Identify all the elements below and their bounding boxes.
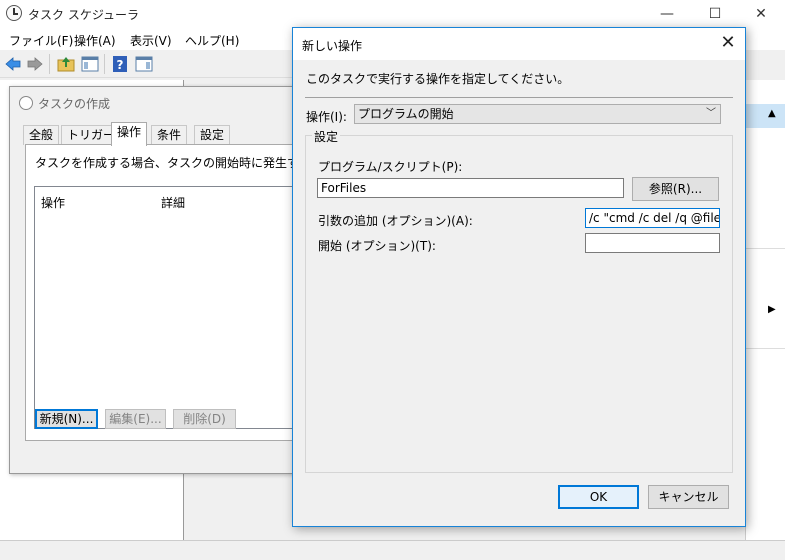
pane-divider (746, 348, 785, 349)
actions-list[interactable]: 操作 詳細 (34, 186, 311, 429)
create-task-dialog: タスクの作成 全般 トリガー 操作 条件 設定 タスクを作成する場合、タスクの開… (9, 86, 335, 474)
chevron-down-icon: ﹀ (706, 108, 716, 119)
collapse-icon[interactable]: ▲ (768, 108, 776, 119)
tab-actions[interactable]: 操作 (111, 122, 148, 146)
show-hide-tree-icon[interactable] (81, 55, 99, 73)
settings-group-label: 設定 (312, 128, 341, 145)
pane-divider (746, 248, 785, 249)
toolbar-separator (49, 54, 50, 74)
column-header-action[interactable]: 操作 (41, 194, 65, 211)
action-type-label: 操作(I): (306, 110, 347, 124)
minimize-button[interactable]: — (644, 0, 690, 28)
arguments-input[interactable]: /c "cmd /c del /q @file" (585, 208, 720, 228)
menu-view[interactable]: 表示(V) (130, 32, 172, 49)
actions-description: タスクを作成する場合、タスクの開始時に発生する操作 (35, 156, 336, 170)
action-type-select[interactable]: プログラムの開始 ﹀ (354, 104, 721, 124)
status-bar (0, 540, 785, 560)
cancel-button[interactable]: キャンセル (648, 485, 729, 509)
close-icon[interactable]: ✕ (713, 31, 743, 57)
actions-pane-header: ▲ (746, 104, 785, 128)
divider (305, 97, 733, 98)
show-action-pane-icon[interactable] (135, 55, 153, 73)
up-folder-icon[interactable] (57, 55, 75, 73)
submenu-arrow-icon[interactable]: ▶ (768, 304, 776, 315)
new-action-title-bar: 新しい操作 ✕ (293, 28, 745, 60)
back-arrow-icon[interactable] (4, 55, 22, 73)
clock-icon (19, 96, 33, 110)
column-header-details[interactable]: 詳細 (161, 194, 185, 211)
window-title: タスク スケジューラ (28, 8, 139, 22)
delete-action-button[interactable]: 削除(D) (173, 409, 236, 429)
edit-action-button[interactable]: 編集(E)... (105, 409, 166, 429)
new-action-button[interactable]: 新規(N)... (35, 409, 98, 429)
action-type-value: プログラムの開始 (358, 107, 454, 121)
toolbar: ? (0, 50, 300, 78)
maximize-button[interactable]: ☐ (692, 0, 738, 28)
new-action-dialog: 新しい操作 ✕ このタスクで実行する操作を指定してください。 操作(I): プロ… (292, 27, 746, 527)
menu-help[interactable]: ヘルプ(H) (185, 32, 239, 49)
instruction-text: このタスクで実行する操作を指定してください。 (306, 72, 570, 86)
toolbar-separator (104, 54, 105, 74)
browse-button[interactable]: 参照(R)... (632, 177, 719, 201)
help-icon[interactable]: ? (111, 55, 129, 73)
arguments-label: 引数の追加 (オプション)(A): (318, 214, 473, 228)
close-button[interactable]: ✕ (738, 0, 784, 28)
actions-pane: ▲ ▶ (745, 80, 785, 540)
start-in-input[interactable] (585, 233, 720, 253)
menu-file[interactable]: ファイル(F) (9, 32, 73, 49)
program-input[interactable]: ForFiles (317, 178, 624, 198)
new-action-title: 新しい操作 (302, 39, 363, 53)
create-task-title: タスクの作成 (38, 97, 111, 111)
main-title-bar: タスク スケジューラ — ☐ ✕ (0, 0, 785, 28)
program-label: プログラム/スクリプト(P): (318, 160, 463, 174)
clock-icon (6, 5, 22, 21)
start-in-label: 開始 (オプション)(T): (318, 239, 436, 253)
forward-arrow-icon[interactable] (26, 55, 44, 73)
tab-settings[interactable]: 設定 (194, 125, 231, 145)
ok-button[interactable]: OK (558, 485, 639, 509)
svg-text:?: ? (117, 58, 124, 72)
actions-tab-panel: タスクを作成する場合、タスクの開始時に発生する操作 操作 詳細 (25, 144, 335, 441)
tab-general[interactable]: 全般 (23, 125, 60, 145)
tab-conditions[interactable]: 条件 (151, 125, 188, 145)
menu-action[interactable]: 操作(A) (74, 32, 116, 49)
